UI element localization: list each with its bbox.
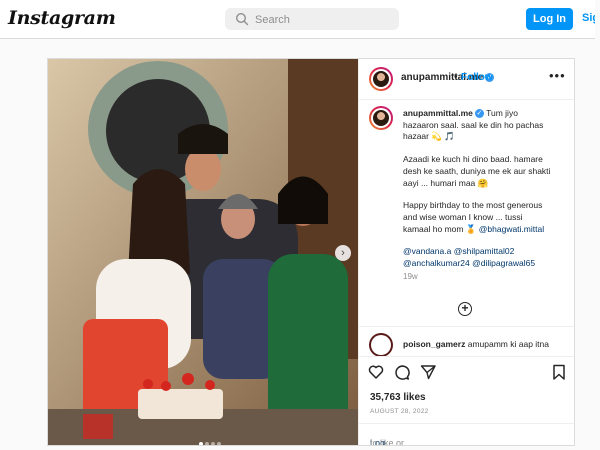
verified-badge-icon: ✓ [474,109,484,118]
carousel-dot [217,442,221,445]
heart-icon[interactable] [368,364,384,380]
instagram-logo[interactable]: Instagram [8,7,116,29]
caption-paragraph-2: Azaadi ke kuch hi dino baad. hamare desh… [403,154,551,188]
post-age[interactable]: 19w [403,271,563,283]
search-icon [235,12,249,26]
caption-text: anupammittal.me ✓ Tum jiyo hazaaron saal.… [403,108,563,282]
login-button[interactable]: Log In [526,8,573,30]
carousel-dot [211,442,215,445]
commenter-username[interactable]: poison_gamerz [403,339,465,349]
mention-link[interactable]: @bhagwati.mittal [479,224,544,234]
comment-body: amupamm ki aap itna [467,339,549,349]
share-icon[interactable] [420,364,436,380]
avatar[interactable] [369,67,393,91]
login-suffix: to like or comment. [370,438,405,446]
right-edge [595,0,600,450]
mention-link[interactable]: @vandana.a [403,246,451,256]
login-prompt: Log in to like or comment. [359,423,574,446]
carousel-dot [199,442,203,445]
post-header: anupammittal.me ✓ • Follow ••• [359,59,574,100]
plus-circle-icon[interactable]: + [458,302,472,316]
action-bar [359,356,574,391]
post-card: › anupammittal.me ✓ • Follow ••• anupammi… [47,58,575,446]
group-photo-image [48,59,358,445]
follow-button[interactable]: Follow [461,72,493,83]
separator-dot: • [454,72,458,83]
next-photo-button[interactable]: › [335,245,351,261]
like-count[interactable]: 35,763 likes [370,392,426,403]
carousel-dots [198,433,222,445]
mention-link[interactable]: @anchalkumar24 [403,258,470,268]
search-input[interactable] [253,10,395,30]
caption-username[interactable]: anupammittal.me [403,108,473,118]
commenter-avatar[interactable] [369,333,393,357]
comment-row: poison_gamerz amupamm ki aap itna [359,326,574,357]
comment-text: poison_gamerz amupamm ki aap itna [403,339,549,349]
top-nav-bar: Instagram Log In Sign Up [0,0,600,39]
mention-link[interactable]: @dilipagrawal65 [472,258,535,268]
caption-avatar[interactable] [369,106,393,130]
carousel-dot [205,442,209,445]
mention-link[interactable]: @shilpamittal02 [454,246,515,256]
more-options-icon[interactable]: ••• [549,68,566,83]
bookmark-icon[interactable] [551,364,567,380]
post-date: AUGUST 28, 2022 [370,408,429,415]
caption-area: anupammittal.me ✓ Tum jiyo hazaaron saal.… [359,99,574,327]
search-box[interactable] [225,8,399,30]
post-side-panel: anupammittal.me ✓ • Follow ••• anupammitt… [358,59,574,446]
comment-icon[interactable] [394,364,410,380]
post-photo[interactable]: › [48,59,358,445]
